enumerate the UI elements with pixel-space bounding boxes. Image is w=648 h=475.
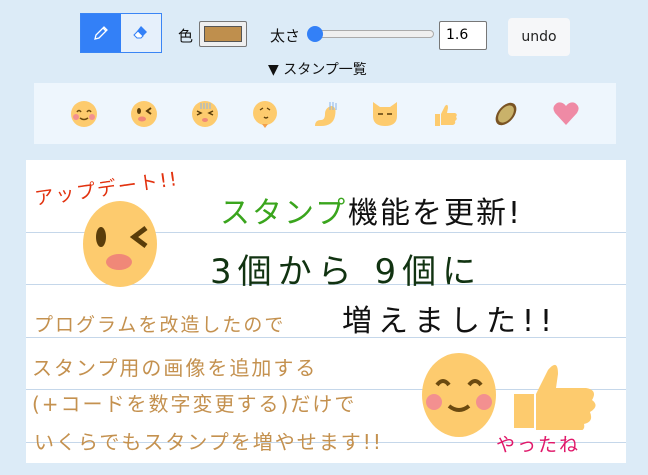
width-slider[interactable] [308, 30, 434, 38]
stamp-distress[interactable] [191, 100, 219, 128]
width-input[interactable]: 1.6 [439, 21, 487, 50]
stamp-cat[interactable] [371, 100, 399, 128]
smile-stamp-drawn [422, 353, 496, 437]
drawing-canvas[interactable]: アップデート!! スタンプ 機能を更新! 3個から 9個に 増えました!! プロ… [26, 160, 626, 463]
stamp-heart[interactable] [552, 100, 580, 128]
handwritten-stamp: スタンプ [220, 196, 348, 231]
handwritten-line3: 増えました!! [342, 304, 559, 339]
stamp-thumbs-up[interactable] [431, 100, 459, 128]
stamp-thinking[interactable] [251, 100, 279, 128]
tool-toggle [80, 13, 162, 53]
stamp-stomach[interactable] [311, 100, 339, 128]
eraser-icon [133, 26, 147, 39]
stamp-wink[interactable] [130, 100, 158, 128]
undo-button[interactable]: undo [508, 18, 570, 56]
color-swatch [204, 26, 242, 42]
thumbs-up-stamp-drawn [514, 364, 596, 430]
wink-stamp-drawn [83, 201, 157, 287]
handwritten-yatta: やったね [496, 434, 581, 456]
color-picker[interactable] [199, 21, 247, 47]
handwritten-line1: 機能を更新! [348, 196, 523, 231]
color-label: 色 [178, 27, 194, 45]
stamp-pizza[interactable] [492, 100, 520, 128]
stamp-smile-blush[interactable] [70, 100, 98, 128]
width-slider-thumb[interactable] [307, 26, 323, 42]
handwritten-p3: (+コードを数字変更する)だけで [32, 392, 357, 416]
handwritten-line2: 3個から 9個に [210, 252, 483, 292]
stamp-list [34, 83, 616, 144]
handwritten-p4: いくらでもスタンプを増やせます!! [34, 430, 383, 454]
handwritten-p2: スタンプ用の画像を追加する [32, 356, 318, 380]
pen-tool-button[interactable] [81, 14, 121, 52]
eraser-tool-button[interactable] [121, 14, 161, 52]
handwritten-p1: プログラムを改造したので [34, 314, 286, 336]
pencil-icon [94, 26, 108, 40]
width-label: 太さ [270, 27, 301, 45]
stamp-list-toggle[interactable]: ▼ スタンプ一覧 [268, 59, 367, 79]
